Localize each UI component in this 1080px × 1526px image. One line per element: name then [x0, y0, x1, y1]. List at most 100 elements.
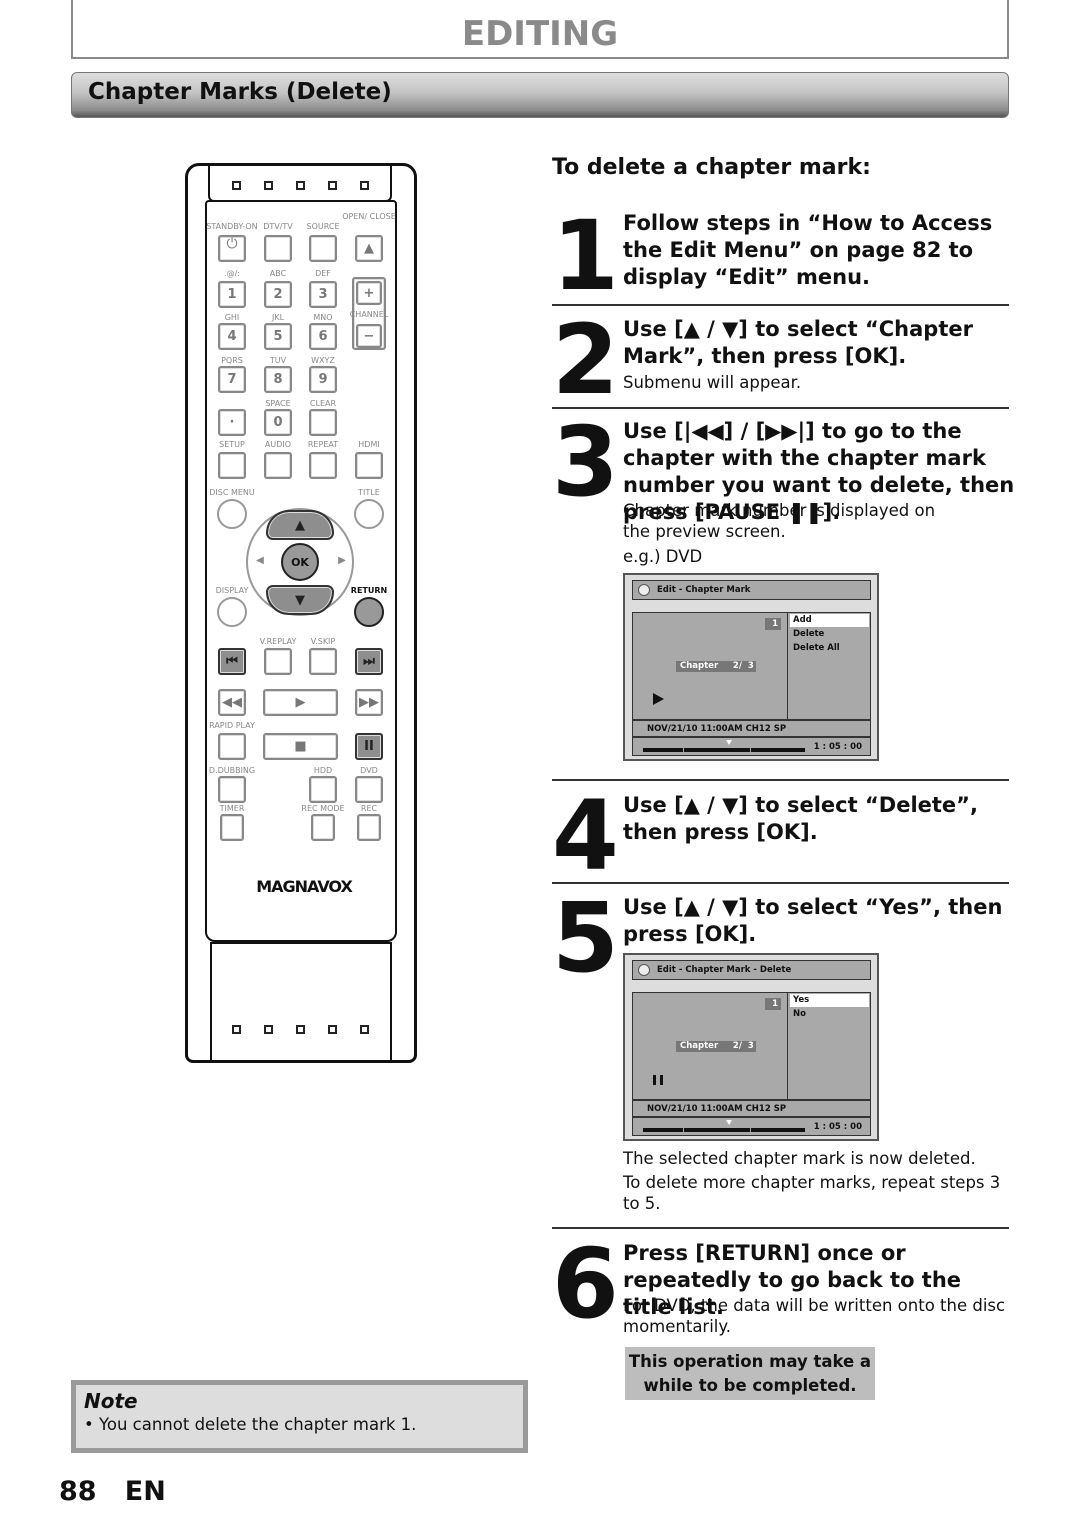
repeat-button[interactable]	[309, 452, 337, 479]
menu-item[interactable]: Add	[790, 614, 869, 627]
k6-button[interactable]: 6	[309, 323, 337, 350]
screen-title: Edit - Chapter Mark	[657, 585, 751, 595]
stop-button[interactable]: ■	[263, 733, 338, 760]
position-marker	[726, 1120, 732, 1125]
play-button[interactable]: ▶	[263, 689, 338, 716]
screen-title-bar: Edit - Chapter Mark - Delete	[632, 960, 871, 980]
left-button[interactable]: ◀	[250, 556, 270, 566]
divider	[552, 1227, 1009, 1229]
rewind-button[interactable]: ◀◀	[218, 689, 246, 716]
rec-button[interactable]	[357, 814, 381, 841]
clear-button[interactable]	[309, 409, 337, 436]
remote-bottom-panel	[210, 942, 392, 1060]
disc-icon	[638, 964, 650, 976]
step-title: Use [▲ / ▼] to select “Delete”, then pre…	[623, 793, 978, 844]
title-button[interactable]	[354, 499, 384, 529]
eject-button[interactable]: ▲	[355, 235, 383, 262]
menu-item[interactable]: Delete	[790, 628, 869, 641]
dot-button[interactable]: ·	[218, 409, 246, 436]
v-skip-button[interactable]	[309, 648, 337, 675]
preview-area: 1 Chapter 2/ 3 Yes No	[632, 992, 871, 1100]
screen-title: Edit - Chapter Mark - Delete	[657, 965, 792, 975]
label-clear: CLEAR	[309, 399, 337, 408]
d-dubbing-button[interactable]	[218, 776, 246, 803]
step-number: 3	[552, 406, 619, 518]
k3-button[interactable]: 3	[309, 281, 337, 308]
skip-forward-button[interactable]: ⏭	[355, 648, 383, 675]
label-title: TITLE	[358, 488, 380, 497]
chapter-indicator: Chapter 2/ 3	[676, 1041, 756, 1052]
callout-box: This operation may take a while to be co…	[625, 1347, 875, 1400]
rec-mode-button[interactable]	[311, 814, 335, 841]
k8-button[interactable]: 8	[264, 366, 292, 393]
preview-screen-delete: Edit - Chapter Mark - Delete 1 Chapter 2…	[623, 953, 879, 1141]
fast-forward-button[interactable]: ▶▶	[355, 689, 383, 716]
pause-button[interactable]: II	[355, 733, 383, 760]
label-vskip: V.SKIP	[310, 637, 336, 646]
recording-info: NOV/21/10 11:00AM CH12 SP	[632, 1100, 871, 1117]
skip-back-button[interactable]: ⏮	[218, 648, 246, 675]
k9-button[interactable]: 9	[309, 366, 337, 393]
label-rec: REC	[360, 804, 378, 813]
k4-button[interactable]: 4	[218, 323, 246, 350]
dtv-tv-button[interactable]	[264, 235, 292, 262]
step-title: Use [▲ / ▼] to select “Chapter Mark”, th…	[623, 317, 973, 368]
setup-button[interactable]	[218, 452, 246, 479]
label-def: DEF	[315, 269, 331, 278]
menu-item[interactable]: No	[790, 1008, 869, 1021]
recording-info: NOV/21/10 11:00AM CH12 SP	[632, 720, 871, 737]
timer-button[interactable]	[220, 814, 244, 841]
label-rapid: RAPID PLAY	[209, 721, 255, 730]
power-icon: ⏻	[226, 236, 238, 252]
hdd-button[interactable]	[309, 776, 337, 803]
k5-button[interactable]: 5	[264, 323, 292, 350]
divider	[552, 779, 1009, 781]
chapter-mark-number: 1	[765, 998, 781, 1010]
v-replay-button[interactable]	[264, 648, 292, 675]
minus-button[interactable]: −	[356, 324, 382, 348]
preview-screen-chapter-mark: Edit - Chapter Mark 1 Chapter 2/ 3 Add De…	[623, 573, 879, 761]
indicator-square	[232, 1025, 241, 1034]
plus-button[interactable]: +	[356, 281, 382, 305]
submenu: Add Delete Delete All	[787, 613, 871, 719]
menu-item[interactable]: Delete All	[790, 642, 869, 655]
indicator-square	[328, 1025, 337, 1034]
step-number: 5	[552, 882, 619, 994]
audio-button[interactable]	[264, 452, 292, 479]
screen-title-bar: Edit - Chapter Mark	[632, 580, 871, 600]
up-button[interactable]: ▲	[266, 510, 334, 540]
label-return: RETURN	[350, 586, 388, 595]
display-button[interactable]	[217, 597, 247, 627]
source-button[interactable]	[309, 235, 337, 262]
disc-menu-button[interactable]	[217, 499, 247, 529]
ok-button[interactable]: OK	[281, 543, 319, 581]
step-text: For DVD, the data will be written onto t…	[623, 1296, 1006, 1336]
label-timer: TIMER	[219, 804, 245, 813]
return-button[interactable]	[354, 597, 384, 627]
k0-button[interactable]: 0	[264, 409, 292, 436]
menu-item[interactable]: Yes	[790, 994, 869, 1007]
dvd-button[interactable]	[355, 776, 383, 803]
down-button[interactable]: ▼	[266, 585, 334, 615]
k2-button[interactable]: 2	[264, 281, 292, 308]
label-mno: MNO	[313, 313, 333, 322]
label-hdmi: HDMI	[358, 440, 380, 449]
k1-button[interactable]: 1	[218, 281, 246, 308]
label-ddub: D.DUBBING	[208, 766, 256, 775]
label-open: OPEN/ CLOSE	[342, 212, 396, 221]
rapid-play-button[interactable]	[218, 733, 246, 760]
position-marker	[726, 740, 732, 745]
hdmi-button[interactable]	[355, 452, 383, 479]
elapsed-time: 1 : 05 : 00	[813, 742, 862, 752]
indicator-square	[360, 181, 369, 190]
step-text: Submenu will appear.	[623, 373, 802, 392]
step-text: To delete more chapter marks, repeat ste…	[623, 1173, 1001, 1213]
divider	[552, 304, 1009, 306]
divider	[552, 882, 1009, 884]
right-button[interactable]: ▶	[332, 556, 352, 566]
k7-button[interactable]: 7	[218, 366, 246, 393]
step-title: Use [▲ / ▼] to select “Yes”, then press …	[623, 895, 1003, 946]
step-number: 1	[552, 200, 619, 312]
label-source: SOURCE	[306, 222, 340, 231]
divider	[552, 407, 1009, 409]
